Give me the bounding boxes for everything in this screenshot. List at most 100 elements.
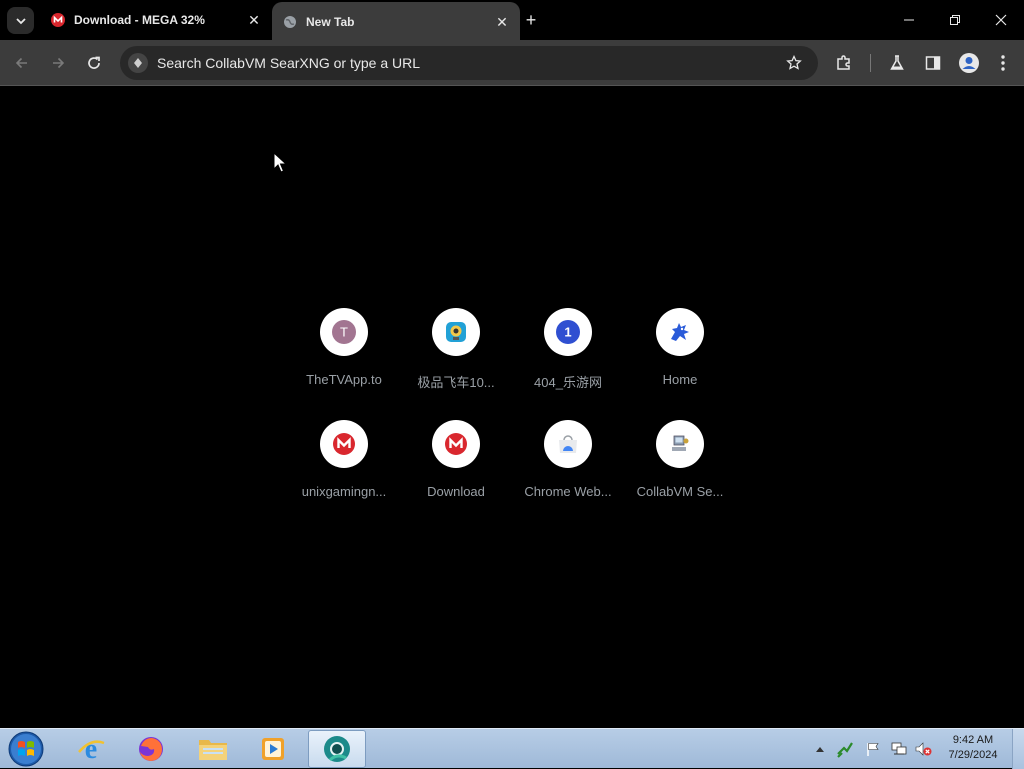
forward-button[interactable]: [44, 49, 72, 77]
shortcut-favicon: 1: [544, 308, 592, 356]
plus-icon: +: [525, 9, 537, 30]
arrow-right-icon: [53, 57, 65, 69]
back-button[interactable]: [8, 49, 36, 77]
shortcut-label: TheTVApp.to: [306, 372, 382, 387]
minimize-button[interactable]: [886, 0, 932, 40]
shortcut-label: 极品飞车10...: [417, 375, 495, 390]
webcam-icon: [446, 322, 466, 342]
start-button[interactable]: [4, 730, 48, 768]
restore-icon: [950, 15, 960, 25]
omnibox[interactable]: [120, 46, 818, 80]
shortcut-favicon: [432, 420, 480, 468]
shortcut-tile[interactable]: Chrome Web...: [512, 420, 624, 532]
media-player-icon: [262, 738, 284, 760]
dragon-icon: [671, 323, 689, 341]
shortcut-tile[interactable]: T TheTVApp.to: [288, 308, 400, 420]
chrome-webstore-icon: [559, 435, 577, 453]
more-vertical-icon: [1001, 55, 1005, 71]
shortcut-tile[interactable]: Home: [624, 308, 736, 420]
search-engine-icon: [128, 53, 148, 73]
shortcut-label: Download: [427, 484, 485, 499]
new-tab-button[interactable]: +: [520, 9, 542, 31]
svg-text:T: T: [340, 325, 348, 340]
taskbar-file-explorer[interactable]: [184, 730, 242, 768]
minimize-icon: [904, 19, 914, 21]
chevron-up-icon: [816, 747, 824, 752]
taskbar-internet-explorer[interactable]: e: [62, 730, 120, 768]
flask-icon: [890, 55, 904, 70]
tray-app-icon[interactable]: [834, 729, 856, 769]
mega-icon: [50, 12, 66, 28]
taskbar-media-player[interactable]: [244, 730, 302, 768]
taskbar-chrome[interactable]: [308, 730, 366, 768]
show-hidden-icons-button[interactable]: [813, 729, 827, 769]
shortcut-label: 404_乐游网: [534, 375, 602, 390]
shortcut-tile[interactable]: 极品飞车10...: [400, 308, 512, 420]
restore-button[interactable]: [932, 0, 978, 40]
tab-new-tab[interactable]: New Tab ✕: [272, 2, 520, 42]
show-desktop-button[interactable]: [1012, 729, 1024, 769]
close-window-button[interactable]: [978, 0, 1024, 40]
action-center-button[interactable]: [862, 729, 884, 769]
chrome-canary-icon: [324, 736, 350, 762]
toolbar-divider: [870, 54, 871, 72]
tab-search-button[interactable]: [7, 7, 34, 34]
avatar-icon: [959, 53, 979, 73]
profile-button[interactable]: [955, 49, 983, 77]
shortcut-tile[interactable]: unixgamingn...: [288, 420, 400, 532]
browser-window: Download - MEGA 32% ✕ New Tab ✕ + Search…: [0, 0, 1024, 728]
tab-title: Download - MEGA 32%: [74, 13, 205, 27]
bookmark-star-icon[interactable]: [780, 49, 808, 77]
windows-start-icon: [8, 731, 44, 767]
shortcut-label: unixgamingn...: [301, 484, 387, 499]
letter-t-icon: T: [332, 320, 356, 344]
side-panel-button[interactable]: [919, 49, 947, 77]
shortcut-favicon: [544, 420, 592, 468]
tab-title: New Tab: [306, 15, 355, 29]
shortcut-label: CollabVM Se...: [636, 484, 724, 499]
shortcut-tile[interactable]: Download: [400, 420, 512, 532]
globe-icon: [282, 14, 298, 30]
network-icon: [891, 742, 907, 755]
arrow-left-icon: [15, 57, 27, 69]
volume-muted-icon: [915, 742, 932, 756]
system-clock[interactable]: 9:42 AM 7/29/2024: [938, 733, 1008, 763]
flag-icon: [867, 743, 879, 756]
clock-date: 7/29/2024: [948, 749, 998, 761]
network-button[interactable]: [888, 729, 910, 769]
volume-button[interactable]: [912, 729, 934, 769]
shortcut-tile[interactable]: CollabVM Se...: [624, 420, 736, 532]
shortcut-label: Home: [662, 372, 698, 387]
new-tab-page: T TheTVApp.to 极品飞车10... 1 404_乐游网 Home u…: [0, 87, 1024, 728]
shortcut-favicon: [320, 420, 368, 468]
chevron-down-icon: [15, 17, 26, 24]
reload-icon: [88, 56, 100, 69]
shortcut-tile[interactable]: 1 404_乐游网: [512, 308, 624, 420]
mega-icon: [445, 433, 467, 455]
shortcut-label: Chrome Web...: [524, 484, 612, 499]
extensions-button[interactable]: [830, 49, 858, 77]
taskbar-firefox[interactable]: [122, 730, 180, 768]
clock-time: 9:42 AM: [952, 734, 994, 746]
computer-icon: [672, 435, 689, 451]
omnibox-input[interactable]: [157, 55, 780, 71]
svg-text:e: e: [85, 734, 97, 764]
number-one-icon: 1: [556, 320, 580, 344]
shortcut-favicon: T: [320, 308, 368, 356]
svg-text:1: 1: [564, 325, 571, 340]
close-tab-icon[interactable]: ✕: [244, 10, 264, 30]
mega-icon: [333, 433, 355, 455]
network-activity-icon: [837, 742, 853, 758]
labs-button[interactable]: [883, 49, 911, 77]
file-explorer-icon: [199, 740, 227, 760]
close-tab-icon[interactable]: ✕: [492, 12, 512, 32]
close-icon: [995, 14, 1007, 26]
shortcut-favicon: [432, 308, 480, 356]
shortcut-favicon: [656, 308, 704, 356]
tab-strip: Download - MEGA 32% ✕ New Tab ✕ +: [0, 0, 1024, 42]
internet-explorer-icon: e: [78, 734, 105, 764]
menu-button[interactable]: [989, 49, 1017, 77]
puzzle-icon: [837, 55, 850, 70]
reload-button[interactable]: [80, 49, 108, 77]
tab-mega-download[interactable]: Download - MEGA 32% ✕: [40, 0, 272, 40]
